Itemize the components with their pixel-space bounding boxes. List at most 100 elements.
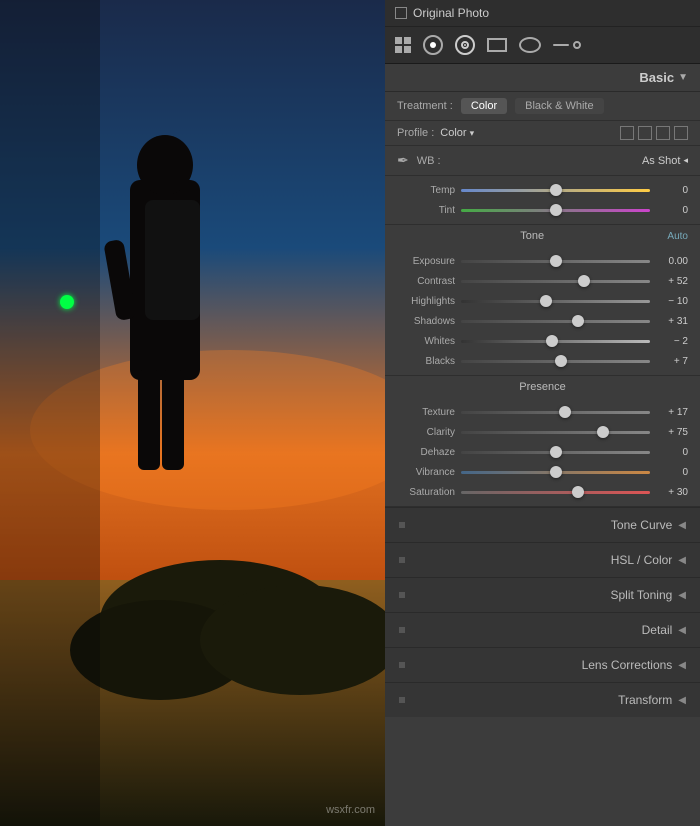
- tint-slider-row: Tint 0: [397, 200, 688, 220]
- whites-slider-row: Whites − 2: [397, 331, 688, 351]
- clarity-slider[interactable]: [461, 425, 650, 439]
- highlights-slider[interactable]: [461, 294, 650, 308]
- tone-label: Tone: [397, 230, 667, 242]
- auto-button[interactable]: Auto: [667, 231, 688, 242]
- collapsed-panel-split-toning[interactable]: Split Toning ◀: [385, 577, 700, 612]
- saturation-slider[interactable]: [461, 485, 650, 499]
- texture-value: + 17: [656, 407, 688, 418]
- panel-indicator: [399, 662, 405, 668]
- dehaze-value: 0: [656, 447, 688, 458]
- texture-slider[interactable]: [461, 405, 650, 419]
- shadows-label: Shadows: [397, 316, 455, 327]
- temp-slider[interactable]: [461, 183, 650, 197]
- treatment-color-button[interactable]: Color: [461, 98, 507, 114]
- blacks-slider[interactable]: [461, 354, 650, 368]
- eyedropper-icon[interactable]: ✒: [397, 152, 409, 169]
- dehaze-label: Dehaze: [397, 447, 455, 458]
- texture-label: Texture: [397, 407, 455, 418]
- temp-slider-row: Temp 0: [397, 180, 688, 200]
- collapsed-panel-arrow: ◀: [678, 555, 686, 566]
- saturation-value: + 30: [656, 487, 688, 498]
- basic-section-header[interactable]: Basic ▼: [385, 64, 700, 92]
- profile-icon-2[interactable]: [638, 126, 652, 140]
- brush-icon[interactable]: [553, 41, 581, 49]
- shadows-value: + 31: [656, 316, 688, 327]
- vibrance-slider-row: Vibrance 0: [397, 462, 688, 482]
- radial-icon[interactable]: [519, 37, 541, 53]
- green-dot-indicator: [60, 295, 74, 309]
- vibrance-slider[interactable]: [461, 465, 650, 479]
- original-photo-checkbox[interactable]: [395, 7, 407, 19]
- panel-indicator: [399, 592, 405, 598]
- blacks-label: Blacks: [397, 356, 455, 367]
- panel-indicator: [399, 627, 405, 633]
- watermark: wsxfr.com: [326, 804, 375, 816]
- whites-value: − 2: [656, 336, 688, 347]
- collapsed-panel-label: HSL / Color: [611, 553, 673, 567]
- highlights-slider-row: Highlights − 10: [397, 291, 688, 311]
- wb-row: ✒ WB : As Shot ◂: [385, 146, 700, 176]
- clarity-label: Clarity: [397, 427, 455, 438]
- exposure-label: Exposure: [397, 256, 455, 267]
- presence-label: Presence: [397, 381, 688, 393]
- dehaze-slider-row: Dehaze 0: [397, 442, 688, 462]
- dehaze-slider[interactable]: [461, 445, 650, 459]
- panel-indicator: [399, 697, 405, 703]
- panel-indicator: [399, 522, 405, 528]
- wb-value[interactable]: As Shot ◂: [642, 155, 688, 167]
- contrast-slider-row: Contrast + 52: [397, 271, 688, 291]
- tool-icons-row: [385, 27, 700, 64]
- temp-tint-sliders: Temp 0 Tint 0: [385, 176, 700, 225]
- top-bar: Original Photo: [385, 0, 700, 27]
- collapsed-panel-lens-corrections[interactable]: Lens Corrections ◀: [385, 647, 700, 682]
- collapsed-panel-hsl---color[interactable]: HSL / Color ◀: [385, 542, 700, 577]
- profile-icon-4[interactable]: [674, 126, 688, 140]
- collapsed-panel-transform[interactable]: Transform ◀: [385, 682, 700, 717]
- treatment-label: Treatment :: [397, 100, 453, 112]
- clarity-value: + 75: [656, 427, 688, 438]
- highlights-value: − 10: [656, 296, 688, 307]
- photo-panel: wsxfr.com: [0, 0, 385, 826]
- basic-collapse-arrow: ▼: [678, 72, 688, 83]
- blacks-slider-row: Blacks + 7: [397, 351, 688, 371]
- vibrance-value: 0: [656, 467, 688, 478]
- presence-sliders: Texture + 17 Clarity + 75 Dehaze: [385, 398, 700, 507]
- collapsed-panel-detail[interactable]: Detail ◀: [385, 612, 700, 647]
- profile-label: Profile :: [397, 127, 434, 139]
- presence-section-header: Presence: [385, 376, 700, 398]
- tone-section-header: Tone Auto: [385, 225, 700, 247]
- panel-indicator: [399, 557, 405, 563]
- collapsed-panel-arrow: ◀: [678, 625, 686, 636]
- whites-slider[interactable]: [461, 334, 650, 348]
- heal-icon[interactable]: [455, 35, 475, 55]
- filter-icon[interactable]: [487, 38, 507, 52]
- tint-slider[interactable]: [461, 203, 650, 217]
- tint-value: 0: [656, 205, 688, 216]
- whites-label: Whites: [397, 336, 455, 347]
- treatment-row: Treatment : Color Black & White: [385, 92, 700, 121]
- tone-sliders: Exposure 0.00 Contrast + 52 Highlights: [385, 247, 700, 376]
- collapsed-panel-arrow: ◀: [678, 520, 686, 531]
- profile-icon-1[interactable]: [620, 126, 634, 140]
- collapsed-panel-tone-curve[interactable]: Tone Curve ◀: [385, 507, 700, 542]
- saturation-label: Saturation: [397, 487, 455, 498]
- original-photo-label: Original Photo: [413, 6, 489, 20]
- collapsed-panel-label: Tone Curve: [611, 518, 672, 532]
- profile-value[interactable]: Color ▾: [440, 127, 474, 139]
- exposure-slider-row: Exposure 0.00: [397, 251, 688, 271]
- profile-icon-3[interactable]: [656, 126, 670, 140]
- profile-row: Profile : Color ▾: [385, 121, 700, 146]
- contrast-label: Contrast: [397, 276, 455, 287]
- exposure-slider[interactable]: [461, 254, 650, 268]
- profile-icons: [620, 126, 688, 140]
- saturation-slider-row: Saturation + 30: [397, 482, 688, 502]
- collapsed-panel-label: Transform: [618, 693, 672, 707]
- treatment-bw-button[interactable]: Black & White: [515, 98, 603, 114]
- crop-icon[interactable]: [423, 35, 443, 55]
- exposure-value: 0.00: [656, 256, 688, 267]
- collapsed-panel-label: Split Toning: [610, 588, 672, 602]
- grid-icon[interactable]: [395, 37, 411, 53]
- collapsed-panels: Tone Curve ◀ HSL / Color ◀ Split Toning …: [385, 507, 700, 717]
- shadows-slider[interactable]: [461, 314, 650, 328]
- contrast-slider[interactable]: [461, 274, 650, 288]
